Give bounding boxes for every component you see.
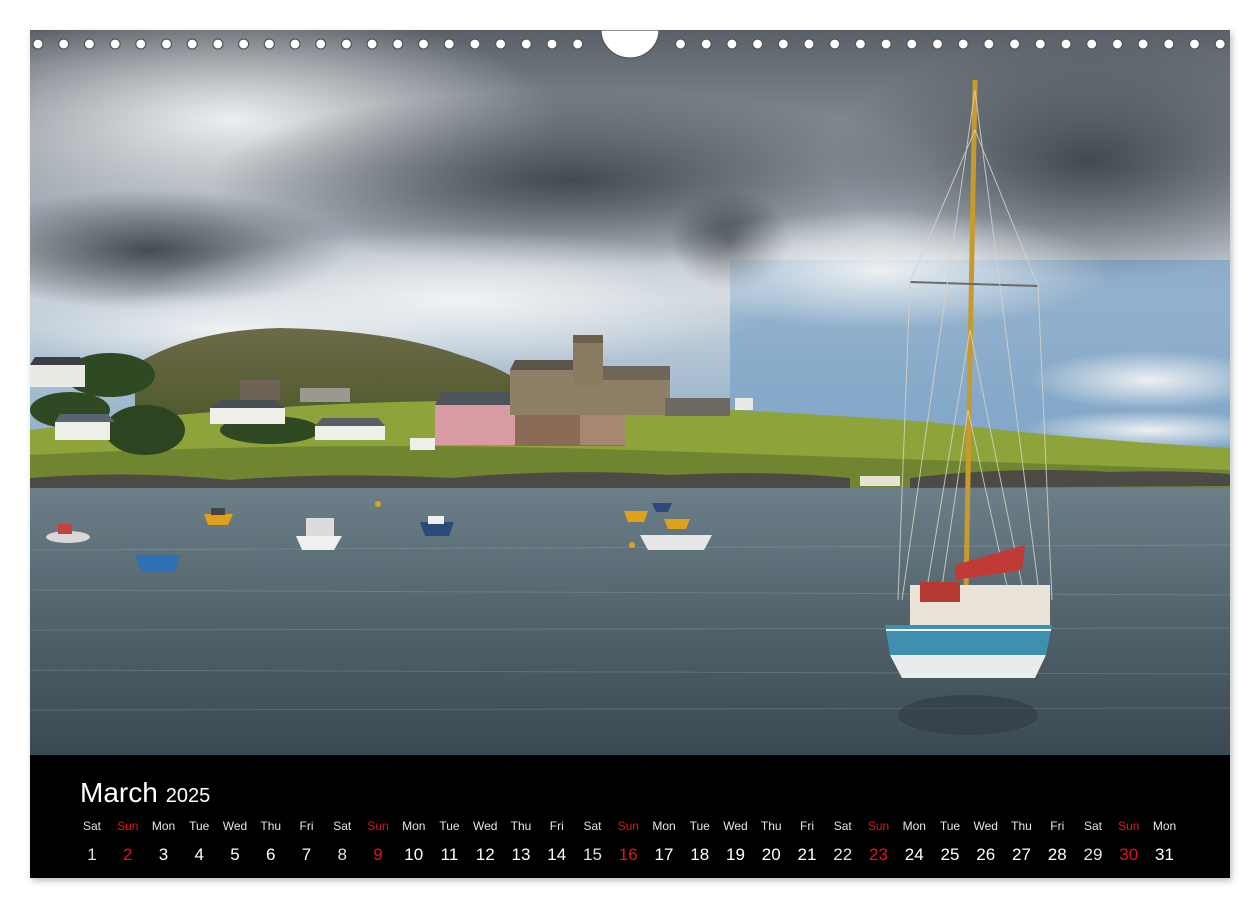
weekday-label: Thu: [260, 819, 282, 833]
day-cell: Sat 15: [576, 817, 610, 869]
weekday-label: Fri: [1050, 819, 1065, 833]
weekday-label: Thu: [760, 819, 782, 833]
weekday-label: Thu: [510, 819, 532, 833]
day-number: 25: [940, 845, 960, 864]
day-number: 23: [869, 845, 888, 864]
day-number: 19: [726, 845, 745, 864]
weekday-label: Thu: [1011, 819, 1032, 833]
day-cell: Sat 22: [826, 817, 860, 869]
day-number: 29: [1083, 845, 1103, 864]
calendar-photo: [30, 30, 1230, 755]
weekday-label: Sun: [1118, 819, 1140, 833]
day-number: 3: [158, 845, 169, 864]
weekday-label: Fri: [299, 819, 314, 833]
day-number: 1: [87, 845, 97, 864]
day-number: 18: [690, 845, 710, 864]
day-number: 26: [976, 845, 996, 864]
day-cell: Sat 1: [75, 817, 109, 869]
weekday-label: Sat: [82, 819, 101, 833]
day-number: 5: [230, 845, 240, 864]
day-cell: Mon 3: [147, 817, 181, 869]
weekday-label: Wed: [723, 819, 748, 833]
weekday-label: Mon: [902, 819, 926, 833]
weekday-label: Mon: [402, 819, 426, 833]
day-number: 9: [373, 845, 383, 864]
day-cell: Sat 29: [1076, 817, 1110, 869]
day-number: 21: [797, 845, 817, 864]
day-number: 10: [404, 845, 424, 864]
day-cell: Thu 27: [1005, 817, 1039, 869]
day-number: 15: [583, 845, 602, 864]
day-cell: Wed 5: [218, 817, 252, 869]
day-cell: Fri 28: [1040, 817, 1074, 869]
weekday-label: Mon: [1152, 819, 1177, 833]
day-number: 16: [618, 845, 638, 864]
weekday-label: Mon: [652, 819, 676, 833]
day-number: 11: [440, 845, 459, 864]
day-cell: Mon 31: [1148, 817, 1182, 869]
day-number: 7: [301, 845, 312, 864]
day-number: 28: [1047, 845, 1067, 864]
day-number: 6: [266, 845, 276, 864]
day-cell: Sun 30: [1112, 817, 1146, 869]
day-cell: Sun 23: [862, 817, 896, 869]
weekday-label: Sat: [833, 819, 852, 833]
weekday-label: Sun: [867, 819, 890, 833]
day-number: 14: [547, 845, 567, 864]
day-number: 20: [761, 845, 781, 864]
day-cell: Sun 9: [361, 817, 395, 869]
day-cell: Tue 11: [433, 817, 467, 869]
day-cell: Sat 8: [325, 817, 359, 869]
day-cell: Mon 10: [397, 817, 431, 869]
day-cell: Fri 14: [540, 817, 574, 869]
weekday-label: Tue: [689, 819, 710, 833]
weekday-label: Sun: [617, 819, 639, 833]
day-number: 30: [1119, 845, 1139, 864]
day-number: 27: [1012, 845, 1031, 864]
day-number: 13: [511, 845, 531, 864]
weekday-label: Tue: [939, 819, 961, 833]
weekday-label: Wed: [222, 819, 248, 833]
weekday-label: Sat: [333, 819, 352, 833]
weekday-label: Fri: [800, 819, 814, 833]
calendar-strip: March 2025 Sat 1 Sun 2 Mon 3 Tue 4 Wed 5 Thu 6 Fri 7 Sa…: [30, 755, 1230, 878]
day-cell: Mon 17: [647, 817, 681, 869]
weekday-label: Sun: [117, 819, 139, 833]
day-number: 12: [475, 845, 495, 864]
weekday-label: Fri: [549, 819, 564, 833]
month-name: March: [80, 777, 158, 808]
year: 2025: [165, 785, 211, 807]
weekday-label: Tue: [439, 819, 460, 833]
day-number: 8: [337, 845, 347, 864]
day-cell: Sun 2: [111, 817, 145, 869]
day-row: Sat 1 Sun 2 Mon 3 Tue 4 Wed 5 Thu 6 Fri 7 Sat 8 Sun 9 Mon 1…: [75, 817, 1195, 867]
weekday-label: Wed: [473, 819, 498, 833]
day-cell: Thu 20: [754, 817, 788, 869]
day-cell: Tue 18: [683, 817, 717, 869]
day-cell: Fri 7: [290, 817, 324, 869]
weekday-label: Tue: [189, 819, 210, 833]
day-cell: Thu 13: [504, 817, 538, 869]
day-number: 2: [123, 845, 133, 864]
day-number: 22: [833, 845, 853, 864]
day-cell: Thu 6: [254, 817, 288, 869]
day-cell: Mon 24: [897, 817, 931, 869]
day-number: 4: [194, 845, 204, 864]
weekday-label: Wed: [973, 819, 998, 833]
day-number: 17: [654, 845, 674, 864]
day-cell: Tue 25: [933, 817, 967, 869]
day-cell: Fri 21: [790, 817, 824, 869]
day-cell: Wed 12: [468, 817, 502, 869]
day-number: 24: [904, 845, 924, 864]
calendar-heading: March 2025: [80, 777, 210, 809]
day-cell: Wed 26: [969, 817, 1003, 869]
day-cell: Tue 4: [182, 817, 216, 869]
weekday-label: Mon: [151, 819, 176, 833]
day-cell: Sun 16: [611, 817, 645, 869]
weekday-label: Sat: [583, 819, 602, 833]
weekday-label: Sat: [1083, 819, 1102, 833]
day-number: 31: [1155, 845, 1174, 864]
weekday-label: Sun: [367, 819, 389, 833]
day-cell: Wed 19: [719, 817, 753, 869]
